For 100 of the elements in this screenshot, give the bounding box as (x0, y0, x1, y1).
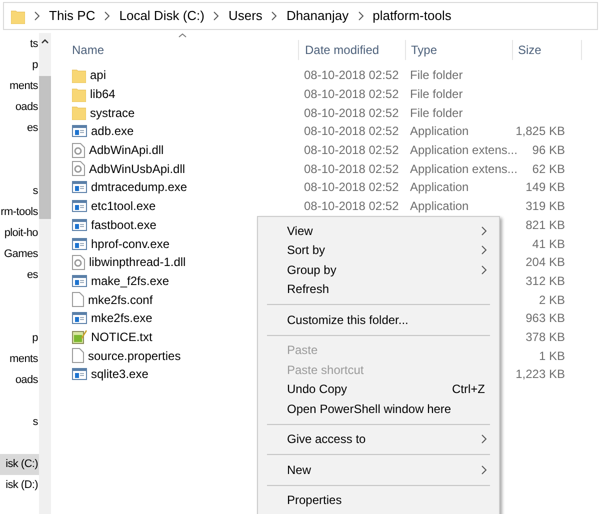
application-icon (72, 238, 87, 250)
size-cell-text: 1,825 KB (516, 123, 565, 140)
menu-item[interactable]: Undo Copy Ctrl+Z (258, 380, 499, 399)
size-cell-text: 1,223 KB (516, 366, 565, 384)
sidebar-item[interactable]: isk (C:) (0, 454, 39, 475)
type-cell: Application (410, 180, 469, 194)
type-cell: File folder (410, 87, 463, 102)
sidebar-item[interactable]: oads (0, 97, 39, 118)
size-cell-text: 2 KB (538, 292, 565, 309)
file-name[interactable]: lib64 (90, 85, 116, 104)
size-cell-text: 821 KB (526, 216, 565, 234)
application-icon (72, 274, 87, 287)
application-icon (72, 181, 87, 194)
file-name[interactable]: libwinpthread-1.dll (89, 253, 186, 272)
sidebar-item[interactable]: es (0, 265, 39, 286)
gear-file-icon (72, 254, 85, 270)
date-cell: 08-10-2018 02:52 (304, 124, 399, 138)
sidebar-item[interactable]: s (0, 181, 39, 202)
file-name[interactable]: fastboot.exe (91, 216, 156, 234)
chevron-icon (358, 11, 364, 21)
column-header[interactable]: Date modified (298, 40, 405, 60)
file-name[interactable]: AdbWinApi.dll (89, 141, 164, 160)
file-name[interactable]: hprof-conv.exe (91, 234, 170, 253)
date-cell: 08-10-2018 02:52 (304, 162, 399, 176)
size-cell-text: 1 KB (538, 348, 565, 365)
size-cell-text: 149 KB (526, 179, 565, 196)
type-cell: File folder (410, 106, 463, 120)
type-cell: Application extens... (410, 162, 518, 176)
address-bar[interactable]: This PC Local Disk (C:) Users Dhananjay platform-tools (3, 2, 598, 30)
chevron-icon (34, 11, 40, 21)
chevron-icon (271, 11, 278, 21)
type-cell: Application (410, 199, 469, 214)
chevron-icon (213, 11, 220, 21)
folder-icon (72, 86, 86, 102)
sidebar-item[interactable]: Games (0, 244, 39, 265)
folder-icon (11, 8, 25, 24)
text-file-icon (72, 329, 87, 344)
breadcrumb-item[interactable]: platform-tools (372, 6, 452, 26)
size-cell-text: 312 KB (526, 272, 565, 290)
sidebar-item[interactable]: ments (0, 349, 39, 370)
file-name[interactable]: mke2fs.conf (88, 290, 153, 309)
size-cell-text: 378 KB (526, 328, 565, 346)
file-name[interactable]: adb.exe (91, 122, 134, 140)
breadcrumb-item[interactable]: Local Disk (C:) (119, 6, 204, 26)
file-name[interactable]: mke2fs.exe (91, 309, 152, 328)
date-cell: 08-10-2018 02:52 (304, 180, 399, 194)
sidebar-item[interactable]: rm-tools (0, 202, 39, 223)
blank-file-icon (72, 348, 84, 364)
sidebar-item[interactable]: ploit-ho (0, 223, 39, 244)
sidebar-item[interactable]: s (0, 412, 39, 433)
menu-item[interactable]: Refresh (258, 280, 499, 299)
application-icon (72, 200, 87, 212)
scroll-up-icon[interactable] (41, 39, 49, 44)
application-icon (72, 125, 87, 138)
application-icon (72, 312, 87, 324)
scrollbar[interactable] (39, 33, 51, 514)
file-name[interactable]: source.properties (88, 346, 181, 365)
scrollbar-thumb[interactable] (39, 76, 51, 219)
application-icon (72, 368, 87, 380)
sidebar-item[interactable]: ments (0, 76, 39, 97)
file-name[interactable]: make_f2fs.exe (91, 272, 170, 290)
breadcrumb-item[interactable]: Users (228, 6, 262, 26)
date-cell: 08-10-2018 02:52 (304, 143, 399, 158)
breadcrumb-item[interactable]: Dhananjay (286, 6, 349, 26)
folder-icon (72, 105, 86, 120)
file-name[interactable]: etc1tool.exe (91, 197, 156, 216)
sidebar-item[interactable]: ts (0, 34, 39, 55)
file-name[interactable]: dmtracedump.exe (91, 178, 188, 196)
menu-item[interactable]: Customize this folder... (258, 310, 499, 330)
column-header[interactable]: Size (512, 40, 582, 60)
file-name[interactable]: AdbWinUsbApi.dll (89, 160, 186, 178)
blank-file-icon (72, 292, 84, 308)
sidebar-item[interactable]: p (0, 328, 39, 349)
file-name[interactable]: NOTICE.txt (91, 328, 152, 346)
column-header[interactable]: Type (405, 40, 512, 60)
date-cell: 08-10-2018 02:52 (304, 68, 399, 82)
size-cell-text: 41 KB (532, 236, 565, 253)
sidebar-item[interactable]: es (0, 118, 39, 139)
menu-item[interactable]: Open PowerShell window here (258, 399, 499, 418)
file-name[interactable]: sqlite3.exe (91, 365, 148, 384)
sidebar-item[interactable]: p (0, 55, 39, 76)
date-cell: 08-10-2018 02:52 (304, 87, 399, 102)
column-header[interactable]: Name (51, 40, 298, 60)
shortcut-text: Ctrl+Z (452, 381, 485, 398)
menu-item[interactable]: Sort by (258, 240, 499, 260)
menu-item[interactable]: New (258, 460, 499, 480)
menu-item[interactable]: View (258, 221, 499, 240)
type-cell: File folder (410, 68, 463, 82)
type-cell: Application (410, 124, 469, 138)
menu-item[interactable]: Give access to (258, 430, 499, 449)
gear-file-icon (72, 161, 85, 176)
file-name[interactable]: systrace (90, 104, 135, 122)
file-name[interactable]: api (90, 66, 106, 84)
chevron-icon (104, 11, 110, 21)
sidebar-item[interactable]: isk (D:) (0, 475, 39, 496)
menu-item[interactable]: Properties (258, 490, 499, 510)
folder-icon (72, 68, 86, 83)
menu-item[interactable]: Group by (258, 260, 499, 280)
sidebar-item[interactable]: oads (0, 370, 39, 391)
breadcrumb-item[interactable]: This PC (49, 6, 96, 26)
